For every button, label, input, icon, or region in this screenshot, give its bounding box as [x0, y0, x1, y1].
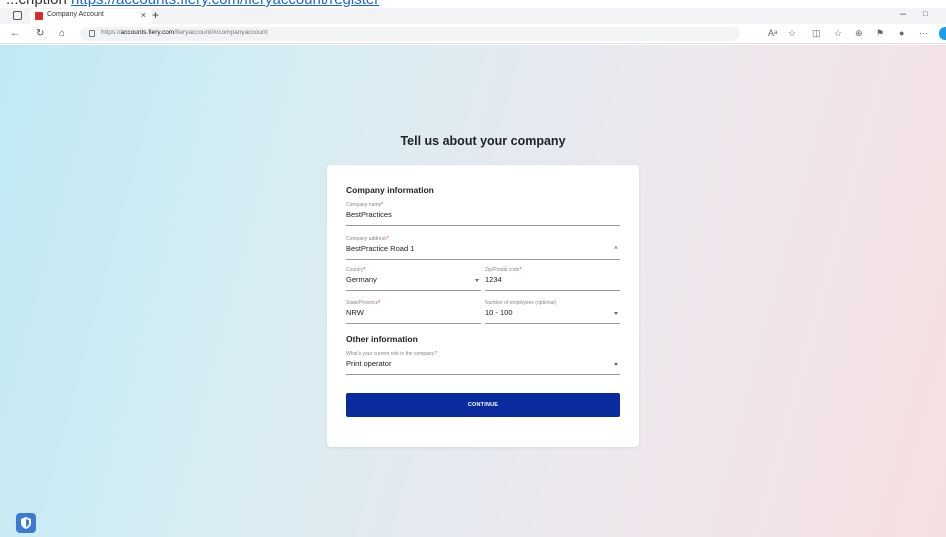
more-icon[interactable]: ··· — [919, 28, 928, 39]
chevron-down-icon — [614, 312, 618, 315]
company-address-field[interactable]: Company address* BestPractice Road 1 × — [346, 236, 620, 260]
read-aloud-icon[interactable]: Aᵃ — [768, 28, 777, 39]
favorites-bar-icon[interactable]: ☆ — [834, 28, 842, 39]
other-section-title: Other information — [346, 334, 418, 344]
lock-icon — [89, 30, 95, 37]
role-select[interactable]: What's your current role in the company?… — [346, 351, 620, 375]
page-title: Tell us about your company — [400, 134, 566, 148]
continue-button[interactable]: CONTINUE — [346, 393, 620, 417]
cropped-caption: ...cription https://accounts.fiery.com/f… — [0, 0, 946, 8]
company-name-label: Company name* — [346, 202, 384, 208]
tab-title: Company Account — [47, 11, 104, 18]
favicon-icon — [35, 12, 43, 20]
tab-close-icon[interactable]: × — [141, 10, 146, 20]
state-field[interactable]: State/Province* NRW — [346, 300, 481, 324]
address-bar-row: ← ↻ ⌂ https://accounts.fiery.com/fieryac… — [0, 24, 946, 44]
page-background: Tell us about your company Company infor… — [0, 45, 946, 537]
clear-icon[interactable]: × — [614, 245, 618, 252]
split-screen-icon[interactable]: ◫ — [812, 28, 821, 39]
caption-link[interactable]: https://accounts.fiery.com/fieryaccount/… — [71, 0, 379, 8]
minimize-icon[interactable]: – — [900, 8, 906, 20]
favorite-icon[interactable]: ☆ — [788, 28, 796, 39]
shield-icon[interactable] — [16, 513, 36, 533]
maximize-icon[interactable]: □ — [923, 9, 928, 18]
zip-value: 1234 — [485, 275, 502, 284]
company-form-card: Company information Company name* BestPr… — [327, 165, 639, 447]
country-value: Germany — [346, 275, 377, 284]
role-value: Print operator — [346, 359, 392, 368]
back-icon[interactable]: ← — [10, 28, 20, 39]
employees-select[interactable]: Number of employees (optional) 10 - 100 — [485, 300, 620, 324]
company-address-label: Company address* — [346, 236, 389, 242]
state-value: NRW — [346, 308, 364, 317]
new-tab-icon[interactable]: + — [152, 8, 159, 22]
country-label: Country* — [346, 267, 366, 273]
browser-tab[interactable]: Company Account × — [30, 9, 152, 24]
home-icon[interactable]: ⌂ — [59, 28, 65, 39]
collections-icon[interactable]: ⊕ — [855, 28, 863, 39]
address-bar[interactable]: https://accounts.fiery.com/fieryaccount/… — [80, 27, 740, 41]
profile-icon[interactable]: ● — [899, 28, 904, 39]
chevron-down-icon — [614, 363, 618, 366]
employees-value: 10 - 100 — [485, 308, 513, 317]
browser-tab-bar: Company Account × + – □ — [0, 8, 946, 24]
state-label: State/Province* — [346, 300, 381, 306]
employees-label: Number of employees (optional) — [485, 300, 557, 306]
caption-prefix: ...cription — [6, 0, 67, 8]
company-name-field[interactable]: Company name* BestPractices — [346, 202, 620, 226]
tab-actions-icon[interactable] — [13, 11, 22, 20]
edge-sidebar-icon[interactable] — [939, 27, 946, 40]
url-text: https://accounts.fiery.com/fieryaccount/… — [101, 29, 268, 36]
refresh-icon[interactable]: ↻ — [36, 28, 44, 39]
role-label: What's your current role in the company? — [346, 351, 437, 357]
country-select[interactable]: Country* Germany — [346, 267, 481, 291]
chevron-down-icon — [475, 279, 479, 282]
company-name-value: BestPractices — [346, 210, 392, 219]
company-address-value: BestPractice Road 1 — [346, 244, 415, 253]
zip-field[interactable]: Zip/Postal code* 1234 — [485, 267, 620, 291]
zip-label: Zip/Postal code* — [485, 267, 522, 273]
company-section-title: Company information — [346, 185, 434, 195]
extension-icon[interactable]: ⚑ — [876, 28, 884, 39]
